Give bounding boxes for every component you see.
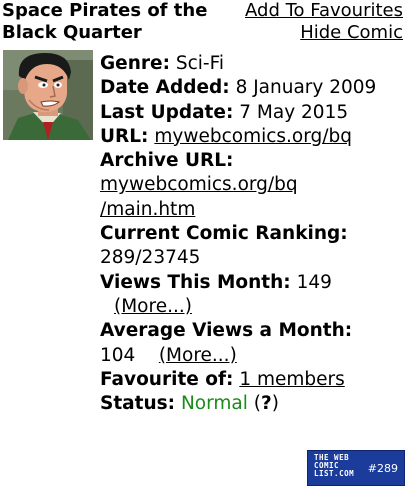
date-added-label: Date Added: — [100, 77, 230, 99]
hide-comic-link[interactable]: Hide Comic — [245, 22, 403, 44]
ranking-value: 289/23745 — [100, 247, 201, 269]
ranking-row: Current Comic Ranking: 289/23745 — [100, 222, 400, 271]
status-help-icon[interactable]: ? — [261, 393, 272, 414]
genre-value: Sci-Fi — [175, 53, 225, 74]
comic-header: Space Pirates of the Black Quarter Add T… — [0, 0, 406, 46]
archive-url-line2: /main.htm — [100, 198, 196, 220]
views-month-label: Views This Month: — [100, 271, 291, 293]
badge-line3: LIST.COM — [314, 469, 355, 478]
comic-avatar — [3, 50, 93, 140]
views-month-more-link[interactable]: (More...) — [114, 296, 192, 317]
badge-rank: #289 — [367, 462, 398, 475]
comic-title: Space Pirates of the Black Quarter — [2, 0, 208, 43]
archive-url-link[interactable]: mywebcomics.org/bq/main.htm — [100, 174, 298, 219]
badge-logo-text: THE WEB COMIC LIST.COM — [314, 454, 364, 478]
avg-views-value: 104 — [100, 344, 136, 366]
avg-views-more-link[interactable]: (More...) — [159, 345, 237, 366]
status-value: Normal — [180, 393, 248, 415]
status-help-close: ) — [271, 393, 279, 415]
date-added-row: Date Added: 8 January 2009 — [100, 76, 400, 100]
genre-row: Genre: Sci-Fi — [100, 52, 400, 76]
archive-url-row: Archive URL: mywebcomics.org/bq/main.htm — [100, 149, 400, 222]
status-row: Status: Normal (?) — [100, 392, 400, 416]
header-links: Add To Favourites Hide Comic — [245, 0, 403, 44]
avg-views-label: Average Views a Month: — [100, 320, 353, 342]
url-link[interactable]: mywebcomics.org/bq — [154, 126, 352, 147]
last-update-value: 7 May 2015 — [239, 101, 349, 123]
webcomiclist-badge[interactable]: THE WEB COMIC LIST.COM #289 — [307, 450, 405, 486]
views-month-row: Views This Month: 149 (More...) — [100, 271, 400, 320]
last-update-label: Last Update: — [100, 101, 234, 123]
status-label: Status: — [100, 393, 176, 415]
views-month-value: 149 — [296, 271, 332, 293]
favourite-label: Favourite of: — [100, 368, 234, 390]
date-added-value: 8 January 2009 — [235, 77, 377, 99]
favourite-members-link[interactable]: 1 members — [239, 369, 344, 390]
ranking-label: Current Comic Ranking: — [100, 223, 348, 245]
favourite-row: Favourite of: 1 members — [100, 368, 400, 392]
last-update-row: Last Update: 7 May 2015 — [100, 101, 400, 125]
views-month-more-wrap: (More...) — [100, 295, 400, 319]
url-row: URL: mywebcomics.org/bq — [100, 125, 400, 149]
archive-url-line1: mywebcomics.org/bq — [100, 174, 298, 196]
archive-url-label: Archive URL: — [100, 150, 234, 172]
status-help-open: ( — [253, 393, 262, 415]
genre-label: Genre: — [100, 53, 170, 74]
url-label: URL: — [100, 125, 149, 147]
add-to-favourites-link[interactable]: Add To Favourites — [245, 0, 403, 22]
comic-info: Genre: Sci-Fi Date Added: 8 January 2009… — [100, 52, 400, 416]
avg-views-row: Average Views a Month: 104 (More...) — [100, 319, 400, 368]
